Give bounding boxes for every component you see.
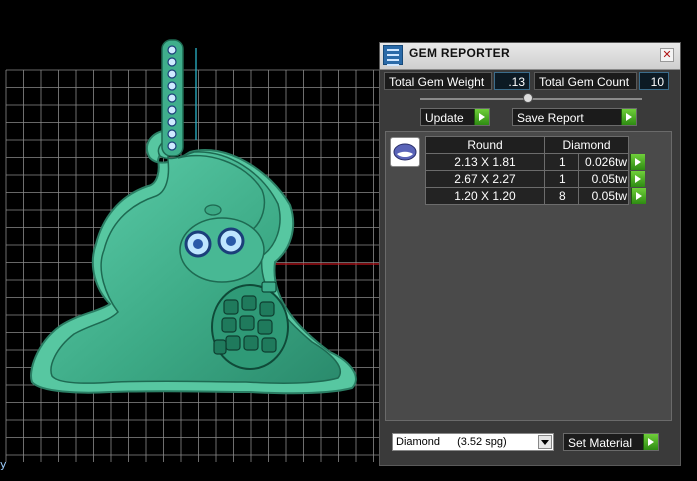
panel-title: GEM REPORTER	[409, 46, 510, 60]
update-button[interactable]: Update	[420, 108, 490, 126]
gem-quantity: 1	[544, 170, 579, 188]
gem-table: Round Diamond 2.13 X 1.81 1 0.026tw 2.67…	[425, 136, 646, 205]
table-row: 1.20 X 1.20 8 0.05tw	[425, 187, 646, 205]
eye-left	[184, 230, 212, 258]
gem-bail	[161, 39, 184, 157]
update-label: Update	[425, 111, 464, 125]
pendant-model	[30, 39, 357, 395]
set-material-button[interactable]: Set Material	[563, 433, 659, 451]
gem-size: 2.13 X 1.81	[425, 153, 545, 171]
table-row: 2.67 X 2.27 1 0.05tw	[425, 170, 646, 188]
close-icon[interactable]: ✕	[660, 48, 674, 62]
chevron-down-icon[interactable]	[538, 435, 552, 449]
gem-weight: 0.05tw	[578, 187, 629, 205]
material-spg: (3.52 spg)	[457, 436, 507, 448]
material-select[interactable]: Diamond (3.52 spg)	[392, 433, 554, 451]
report-area: Round Diamond 2.13 X 1.81 1 0.026tw 2.67…	[385, 131, 672, 421]
save-report-button[interactable]: Save Report	[512, 108, 637, 126]
total-gem-weight-label: Total Gem Weight	[384, 72, 492, 90]
report-app-icon	[383, 45, 403, 66]
gem-weight: 0.026tw	[578, 153, 629, 171]
axis-label-y: y	[0, 458, 7, 471]
slider-handle[interactable]	[523, 93, 533, 103]
gem-reporter-panel: GEM REPORTER ✕ Total Gem Weight .13 Tota…	[379, 42, 681, 466]
row-go-button[interactable]	[629, 153, 646, 171]
total-gem-count-label: Total Gem Count	[534, 72, 637, 90]
gem-quantity: 1	[544, 153, 579, 171]
table-row: 2.13 X 1.81 1 0.026tw	[425, 153, 646, 171]
eye-right	[217, 227, 245, 255]
arrow-right-icon	[621, 109, 636, 125]
row-go-button[interactable]	[629, 187, 646, 205]
total-gem-weight-value: .13	[494, 72, 530, 90]
total-gem-count-value: 10	[639, 72, 669, 90]
title-bar[interactable]: GEM REPORTER ✕	[380, 43, 680, 70]
gem-weight: 0.05tw	[578, 170, 629, 188]
column-header-shape: Round	[425, 136, 545, 154]
column-header-material: Diamond	[544, 136, 629, 154]
round-gem-icon	[390, 137, 420, 167]
save-report-label: Save Report	[517, 111, 584, 125]
arrow-right-icon	[643, 434, 658, 450]
arrow-right-icon	[474, 109, 489, 125]
gem-size: 2.67 X 2.27	[425, 170, 545, 188]
row-go-button[interactable]	[629, 170, 646, 188]
arrow-right-icon	[630, 153, 645, 170]
gem-size: 1.20 X 1.20	[425, 187, 545, 205]
gem-quantity: 8	[544, 187, 579, 205]
arrow-right-icon	[630, 170, 645, 187]
arrow-right-icon	[630, 187, 646, 204]
material-name: Diamond	[396, 436, 441, 448]
set-material-label: Set Material	[568, 436, 633, 450]
